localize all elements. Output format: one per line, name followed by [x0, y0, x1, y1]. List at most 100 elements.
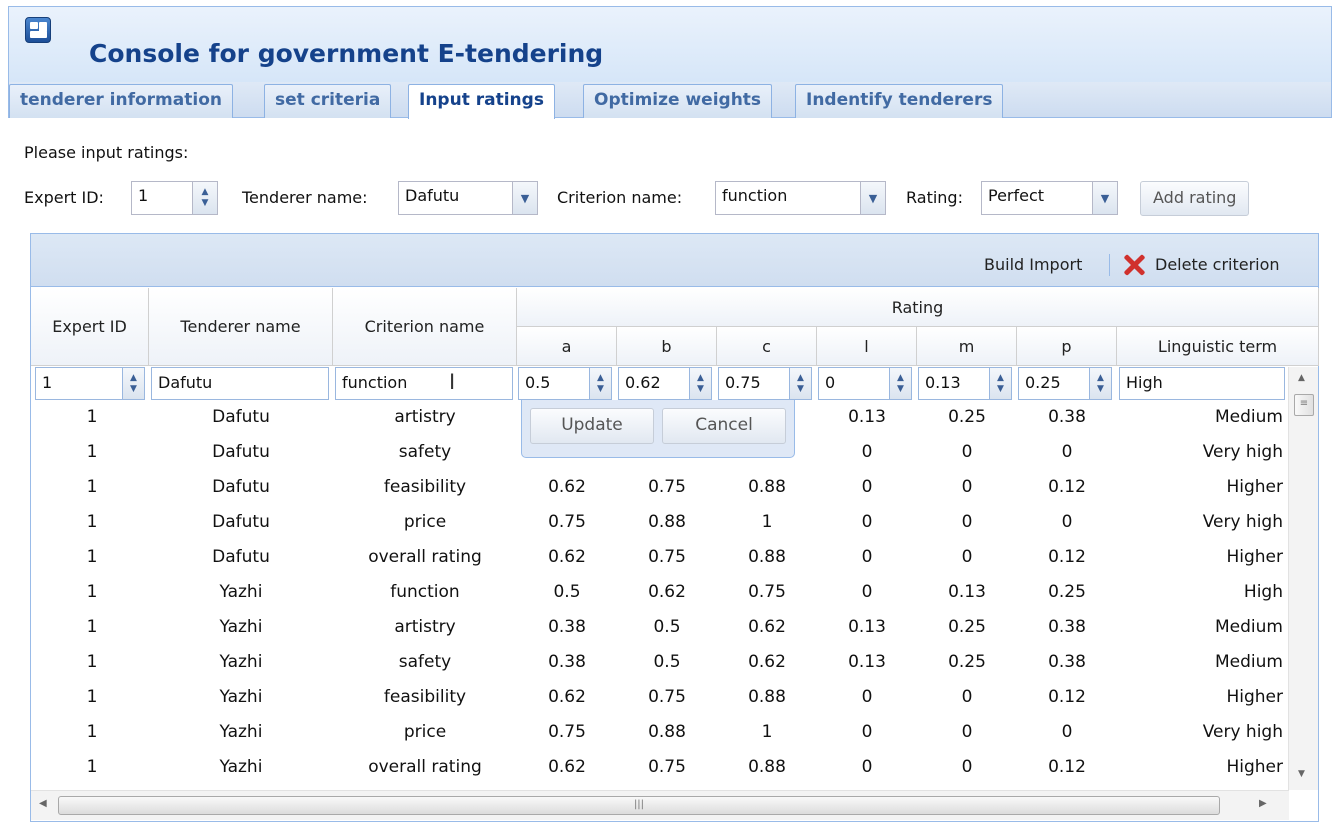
table-row[interactable]: 1 Dafutu overall rating 0.62 0.75 0.88 0 0 0.12 H…	[35, 540, 1283, 575]
expert-id-input[interactable]: 1	[131, 181, 193, 215]
col-header-m[interactable]: m	[917, 327, 1017, 366]
spin-down-icon[interactable]: ▼	[202, 198, 209, 209]
table-row[interactable]: 1 Yazhi feasibility 0.62 0.75 0.88 0 0 0.12 Highe…	[35, 680, 1283, 715]
table-row[interactable]: 1 Yazhi artistry 0.38 0.5 0.62 0.13 0.25 0.38 Med…	[35, 610, 1283, 645]
criterion-dropdown-icon[interactable]: ▼	[860, 181, 886, 215]
cell-c: 0.88	[748, 547, 786, 567]
rating-dropdown-icon[interactable]: ▼	[1092, 181, 1118, 215]
col-header-criterion-name[interactable]: Criterion name	[333, 288, 517, 366]
spin-up-icon[interactable]: ▲	[697, 373, 704, 384]
table-row[interactable]: 1 Yazhi safety 0.38 0.5 0.62 0.13 0.25 0.38 Mediu…	[35, 645, 1283, 680]
cell-expert-id: 1	[86, 617, 98, 637]
delete-x-icon[interactable]	[1122, 253, 1146, 277]
spin-up-icon[interactable]: ▲	[202, 187, 209, 198]
editor-p-spinner[interactable]: ▲ ▼	[1090, 367, 1112, 400]
spin-down-icon[interactable]: ▼	[997, 384, 1004, 395]
spin-up-icon[interactable]: ▲	[1097, 373, 1104, 384]
editor-c-spinner[interactable]: ▲ ▼	[790, 367, 812, 400]
spin-up-icon[interactable]: ▲	[597, 373, 604, 384]
scroll-down-icon[interactable]: ▼	[1298, 769, 1305, 779]
criterion-name-select[interactable]: function	[715, 181, 861, 215]
col-header-expert-id[interactable]: Expert ID	[31, 288, 149, 366]
cancel-button[interactable]: Cancel	[662, 408, 786, 444]
editor-linguistic-term-input[interactable]: High	[1119, 367, 1285, 400]
app-header: Console for government E-tendering	[8, 6, 1332, 82]
cell-tenderer-name: Yazhi	[219, 687, 263, 707]
editor-m-input[interactable]: 0.13	[918, 367, 990, 400]
col-header-tenderer-name[interactable]: Tenderer name	[149, 288, 333, 366]
delete-criterion-button[interactable]: Delete criterion	[1155, 255, 1280, 274]
col-header-l[interactable]: l	[817, 327, 917, 366]
spin-down-icon[interactable]: ▼	[1097, 384, 1104, 395]
tab-indentify-tenderers[interactable]: Indentify tenderers	[795, 84, 1004, 118]
editor-b-spinner[interactable]: ▲ ▼	[690, 367, 712, 400]
cell-a: 0.38	[548, 617, 586, 637]
horizontal-scroll-thumb[interactable]: |||	[58, 796, 1220, 815]
col-header-p[interactable]: p	[1017, 327, 1117, 366]
tenderer-name-label: Tenderer name:	[242, 188, 368, 207]
tab-set-criteria[interactable]: set criteria	[264, 84, 392, 118]
cell-l: 0.13	[848, 407, 886, 427]
editor-m-spinner[interactable]: ▲ ▼	[990, 367, 1012, 400]
table-row[interactable]: 1 Dafutu feasibility 0.62 0.75 0.88 0 0 0.12 High…	[35, 470, 1283, 505]
cell-m: 0.13	[948, 582, 986, 602]
horizontal-scrollbar[interactable]: ◀ ||| ▶	[31, 790, 1289, 820]
tab-tenderer-information[interactable]: tenderer information	[9, 84, 233, 118]
col-header-linguistic-term[interactable]: Linguistic term	[1117, 327, 1319, 366]
tab-optimize-weights[interactable]: Optimize weights	[583, 84, 773, 118]
build-import-button[interactable]: Build Import	[984, 255, 1082, 274]
cell-m: 0	[961, 477, 973, 497]
cell-c: 0.88	[748, 477, 786, 497]
editor-expert-id-input[interactable]: 1	[35, 367, 123, 400]
editor-b-input[interactable]: 0.62	[618, 367, 690, 400]
rating-select[interactable]: Perfect	[981, 181, 1093, 215]
criterion-name-label: Criterion name:	[557, 188, 683, 207]
cell-expert-id: 1	[86, 722, 98, 742]
editor-c-input[interactable]: 0.75	[718, 367, 790, 400]
spin-down-icon[interactable]: ▼	[897, 384, 904, 395]
col-header-b[interactable]: b	[617, 327, 717, 366]
expert-id-spinner[interactable]: ▲ ▼	[192, 181, 218, 215]
editor-l-spinner[interactable]: ▲ ▼	[890, 367, 912, 400]
scroll-right-icon[interactable]: ▶	[1259, 798, 1267, 809]
tenderer-dropdown-icon[interactable]: ▼	[512, 181, 538, 215]
cell-c: 0.88	[748, 757, 786, 777]
spin-up-icon[interactable]: ▲	[997, 373, 1004, 384]
cell-criterion-name: artistry	[394, 407, 456, 427]
table-row[interactable]: 1 Yazhi overall rating 0.62 0.75 0.88 0 0 0.12 Hi…	[35, 750, 1283, 785]
editor-l-input[interactable]: 0	[818, 367, 890, 400]
tenderer-name-select[interactable]: Dafutu	[398, 181, 513, 215]
cell-expert-id: 1	[86, 547, 98, 567]
update-button[interactable]: Update	[530, 408, 654, 444]
spin-up-icon[interactable]: ▲	[130, 373, 137, 384]
editor-a-spinner[interactable]: ▲ ▼	[590, 367, 612, 400]
tab-input-ratings[interactable]: Input ratings	[408, 84, 555, 119]
spin-down-icon[interactable]: ▼	[597, 384, 604, 395]
table-row[interactable]: 1 Yazhi function 0.5 0.62 0.75 0 0.13 0.25 High	[35, 575, 1283, 610]
spin-down-icon[interactable]: ▼	[797, 384, 804, 395]
table-row[interactable]: 1 Yazhi price 0.75 0.88 1 0 0 0 Very high	[35, 715, 1283, 750]
editor-a-input[interactable]: 0.5	[518, 367, 590, 400]
spin-down-icon[interactable]: ▼	[697, 384, 704, 395]
editor-tenderer-input[interactable]: Dafutu	[151, 367, 329, 400]
spin-down-icon[interactable]: ▼	[130, 384, 137, 395]
table-row[interactable]: 1 Dafutu price 0.75 0.88 1 0 0 0 Very high	[35, 505, 1283, 540]
editor-p-input[interactable]: 0.25	[1018, 367, 1090, 400]
cell-l: 0	[861, 442, 873, 462]
cell-b: 0.88	[648, 512, 686, 532]
col-header-c[interactable]: c	[717, 327, 817, 366]
app-title: Console for government E-tendering	[89, 39, 604, 68]
toolbar-separator	[1109, 254, 1110, 276]
col-header-a[interactable]: a	[517, 327, 617, 366]
spin-up-icon[interactable]: ▲	[897, 373, 904, 384]
cell-m: 0	[961, 687, 973, 707]
vertical-scroll-thumb[interactable]: ≡	[1294, 394, 1314, 416]
editor-expert-id-spinner[interactable]: ▲ ▼	[123, 367, 145, 400]
cell-p: 0.12	[1048, 547, 1086, 567]
editor-criterion-input[interactable]: function	[335, 367, 513, 400]
spin-up-icon[interactable]: ▲	[797, 373, 804, 384]
scroll-up-icon[interactable]: ▲	[1298, 373, 1305, 383]
scroll-left-icon[interactable]: ◀	[39, 798, 47, 809]
vertical-scrollbar[interactable]: ▲ ≡ ▼	[1288, 367, 1318, 790]
add-rating-button[interactable]: Add rating	[1140, 181, 1250, 216]
